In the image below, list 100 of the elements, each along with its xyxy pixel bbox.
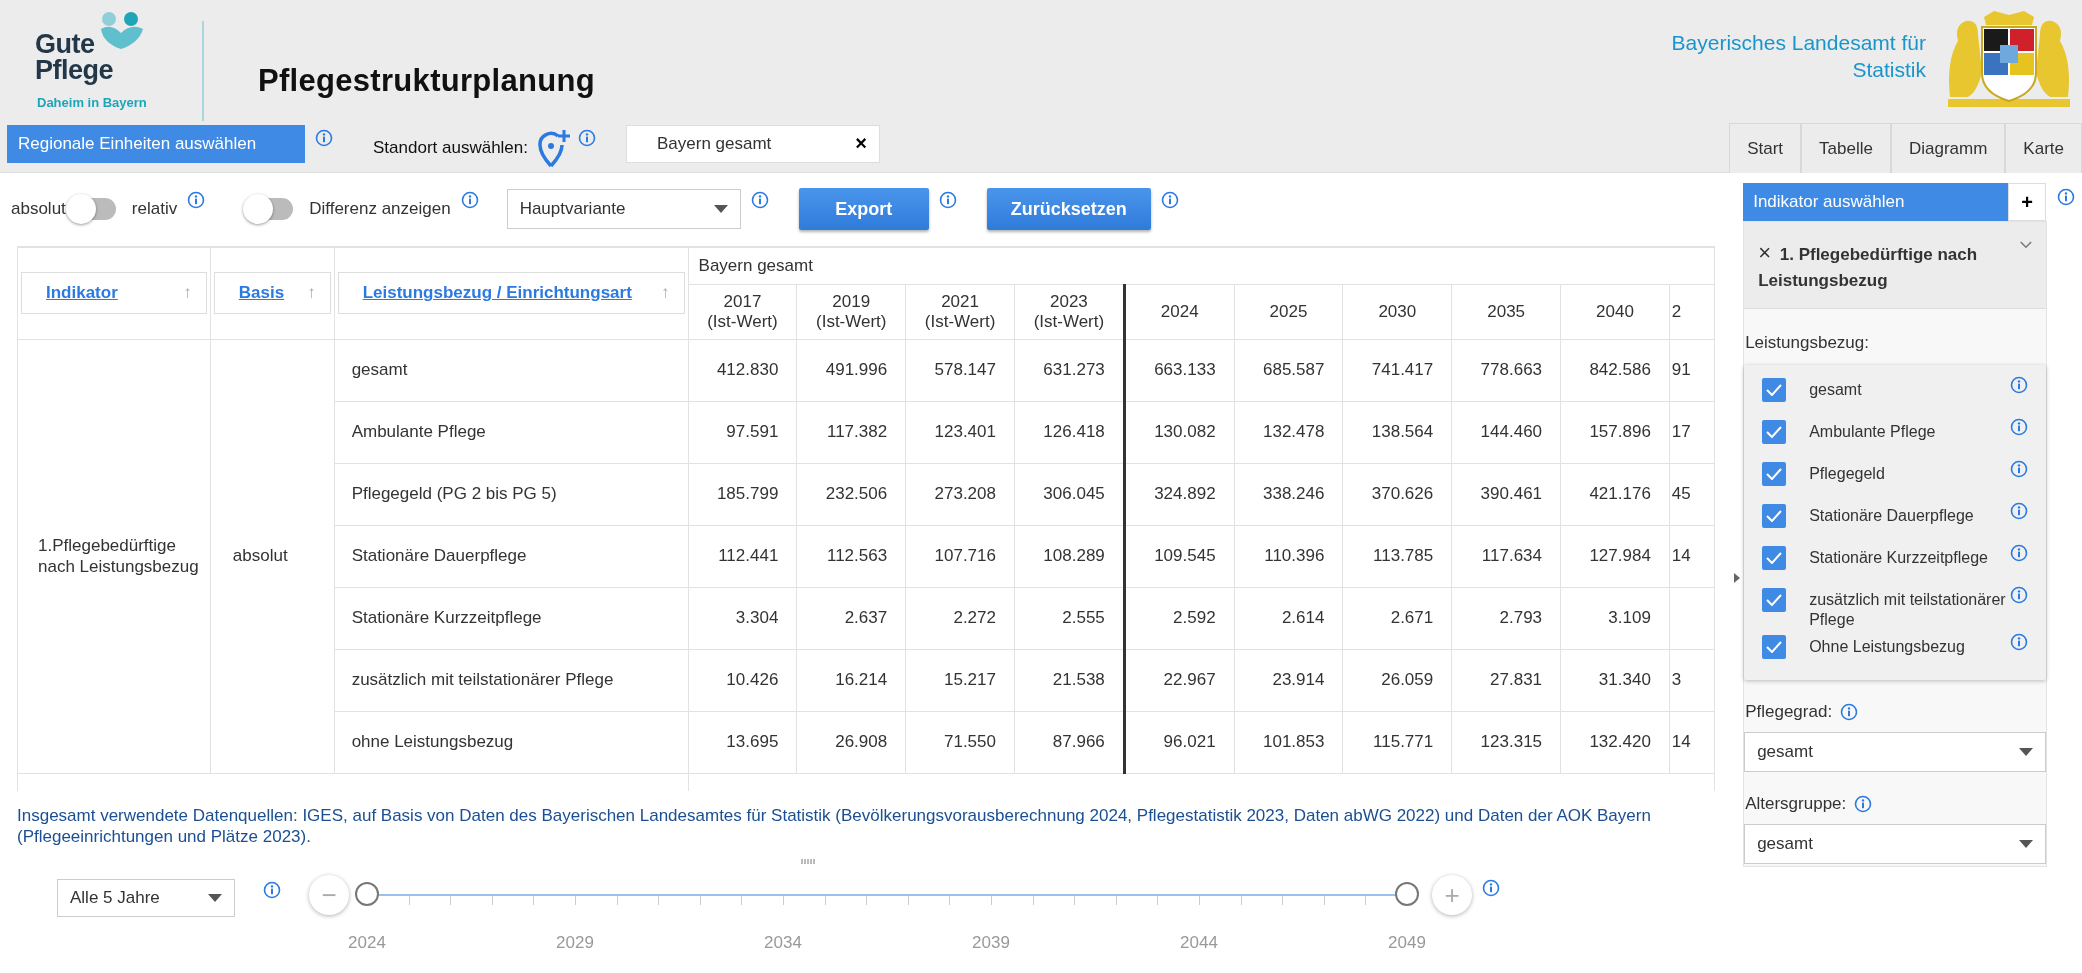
logo-text: Gute — [35, 31, 95, 57]
table-cell: 123.315 — [1451, 711, 1561, 774]
age-group-dropdown[interactable]: gesamt — [1744, 824, 2047, 864]
year-header: 2040 — [1560, 284, 1670, 340]
info-icon[interactable] — [1482, 879, 1500, 897]
year-header: 2035 — [1451, 284, 1561, 340]
column-header[interactable]: Indikator ↑ — [21, 272, 207, 315]
info-icon[interactable] — [263, 881, 281, 899]
location-field[interactable]: Bayern gesamt × — [626, 124, 880, 163]
checkbox-label: gesamt — [1809, 380, 1863, 400]
info-icon[interactable] — [2010, 586, 2029, 604]
axis-label: 2029 — [556, 933, 594, 953]
nav-tab[interactable]: Diagramm — [1890, 123, 2006, 173]
nav-tab[interactable]: Tabelle — [1801, 123, 1891, 173]
info-icon[interactable] — [315, 128, 333, 147]
checkbox[interactable] — [1762, 378, 1787, 402]
checkbox[interactable] — [1762, 504, 1787, 528]
info-icon[interactable] — [1854, 795, 1873, 813]
add-button[interactable]: + — [2008, 183, 2047, 221]
checkbox[interactable] — [1762, 420, 1787, 444]
slider-thumb[interactable] — [355, 882, 379, 906]
info-icon[interactable] — [2010, 376, 2029, 394]
heart-icon — [99, 11, 145, 51]
expand-arrow-icon[interactable] — [1734, 573, 1741, 583]
location-pin-add-icon[interactable] — [538, 127, 572, 168]
table-cell: 273.208 — [905, 463, 1015, 526]
info-icon[interactable] — [2057, 188, 2076, 206]
year-header: 2030 — [1342, 284, 1452, 340]
info-icon[interactable] — [750, 191, 769, 210]
info-icon[interactable] — [187, 191, 206, 210]
info-icon[interactable] — [2010, 418, 2029, 436]
export-button[interactable]: Export — [798, 188, 929, 231]
field-label: Leistungsbezug: — [1745, 333, 1870, 353]
table-cell: 741.417 — [1342, 339, 1452, 402]
care-level-dropdown[interactable]: gesamt — [1744, 732, 2047, 772]
info-icon[interactable] — [460, 191, 479, 210]
table-cell: 138.564 — [1342, 401, 1452, 464]
table-cell: 491.996 — [796, 339, 906, 402]
column-header[interactable]: Basis ↑ — [213, 272, 331, 315]
axis-label: 2034 — [764, 933, 802, 953]
table-cell: 842.586 — [1560, 339, 1670, 402]
table-cell: 685.587 — [1234, 339, 1343, 402]
table-cell: 14 — [1669, 525, 1715, 588]
table-cell: 112.563 — [796, 525, 906, 588]
table-cell: 17 — [1669, 401, 1715, 464]
indicator-select-bar[interactable]: Indikator auswählen — [1743, 183, 2009, 221]
table-cell: 390.461 — [1451, 463, 1561, 526]
checkbox[interactable] — [1762, 462, 1787, 486]
table-cell: 3.304 — [688, 587, 797, 650]
table-cell: 115.771 — [1342, 711, 1452, 774]
nav-tab[interactable]: Start — [1729, 123, 1802, 173]
table-cell: 97.591 — [688, 401, 797, 464]
nav-tab[interactable]: Karte — [2005, 123, 2082, 173]
dropdown-caret-icon — [208, 894, 222, 902]
table-cell: 31.340 — [1560, 649, 1670, 712]
axis-label: 2039 — [972, 933, 1010, 953]
dropdown-caret-icon — [2019, 748, 2034, 756]
variant-dropdown[interactable]: Hauptvariante — [506, 189, 741, 230]
info-icon[interactable] — [2010, 460, 2029, 478]
info-icon[interactable] — [1160, 191, 1179, 210]
table-cell: 144.460 — [1451, 401, 1561, 464]
chevron-icon[interactable] — [2020, 240, 2033, 250]
indicator-title: × 1. Pflegebedürftige nach Leistungsbezug — [1758, 240, 1979, 292]
row-label: gesamt — [334, 339, 689, 402]
info-icon[interactable] — [1840, 703, 1859, 721]
table-cell: 130.082 — [1124, 401, 1235, 464]
reset-button[interactable]: Zurücksetzen — [986, 188, 1151, 231]
year-header: 2 — [1669, 284, 1715, 340]
info-icon[interactable] — [2010, 502, 2029, 520]
table-cell: 10.426 — [688, 649, 797, 712]
toggle-label: Differenz anzeigen — [309, 199, 451, 220]
checkbox-label: Stationäre Kurzzeitpflege — [1809, 548, 1989, 568]
column-header[interactable]: Leistungsbezug / Einrichtungsart ↑ — [337, 272, 685, 315]
row-label: ohne Leistungsbezug — [334, 711, 689, 774]
table-cell: 2.614 — [1234, 587, 1343, 650]
grip-icon[interactable] — [801, 859, 817, 864]
field-label: Pflegegrad: — [1745, 702, 1833, 722]
interval-dropdown[interactable]: Alle 5 Jahre — [57, 879, 235, 917]
checkbox[interactable] — [1762, 546, 1787, 570]
checkmark-icon — [1766, 426, 1783, 438]
year-header: 2021 (Ist-Wert) — [905, 284, 1015, 340]
table-cell: 324.892 — [1124, 463, 1235, 526]
field-label: Altersgruppe: — [1745, 794, 1847, 814]
checkbox[interactable] — [1762, 588, 1787, 612]
table-cell: 27.831 — [1451, 649, 1561, 712]
table-cell: 101.853 — [1234, 711, 1343, 774]
slider-thumb[interactable] — [1395, 882, 1419, 906]
info-icon[interactable] — [2010, 633, 2029, 651]
accordion-header[interactable]: × 1. Pflegebedürftige nach Leistungsbezug — [1744, 222, 2047, 309]
year-header: 2024 — [1124, 284, 1235, 340]
clear-button[interactable]: × — [855, 132, 867, 155]
dropdown-caret-icon — [2019, 840, 2034, 848]
checkbox[interactable] — [1762, 635, 1787, 659]
table-cell: 71.550 — [905, 711, 1015, 774]
table-cell: 578.147 — [905, 339, 1015, 402]
info-icon[interactable] — [578, 128, 596, 147]
region-select-button[interactable]: Regionale Einheiten auswählen — [7, 124, 305, 163]
table-cell: 22.967 — [1124, 649, 1235, 712]
info-icon[interactable] — [2010, 544, 2029, 562]
info-icon[interactable] — [938, 191, 957, 210]
